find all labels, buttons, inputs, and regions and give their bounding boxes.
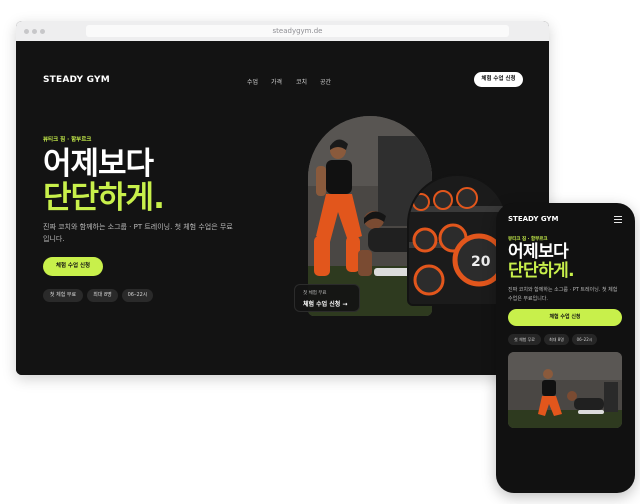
window-close-dot[interactable] xyxy=(24,29,29,34)
mobile-logo[interactable]: STEADY GYM xyxy=(508,215,558,223)
mobile-chip-hours: 06–22시 xyxy=(572,334,597,345)
hero-photo-dumbbells: 20 xyxy=(407,174,508,306)
hamburger-menu-icon[interactable] xyxy=(614,216,622,225)
trial-floating-card[interactable]: 첫 체험 무료 체험 수업 신청 → xyxy=(294,284,360,312)
nav-link-classes[interactable]: 수업 xyxy=(247,77,258,86)
browser-toolbar: steadygym.de xyxy=(16,21,549,41)
mobile-headline-line2: 단단하게. xyxy=(508,261,575,281)
mobile-chip-max-people: 최대 8명 xyxy=(544,334,569,345)
mobile-subtext: 진짜 코치와 함께하는 소그룹 · PT 트레이닝. 첫 체험 수업은 무료입니… xyxy=(508,287,618,302)
mobile-chip-free-trial: 첫 체험 무료 xyxy=(508,334,541,345)
mobile-trial-button[interactable]: 체험 수업 신청 xyxy=(508,309,622,326)
svg-text:20: 20 xyxy=(471,254,491,270)
card-cta-link[interactable]: 체험 수업 신청 → xyxy=(303,299,347,308)
hero-trial-button[interactable]: 체험 수업 신청 xyxy=(43,257,103,276)
chip-hours: 06–22시 xyxy=(122,289,153,302)
address-bar[interactable]: steadygym.de xyxy=(86,25,509,37)
chip-max-people: 최대 8명 xyxy=(87,289,118,302)
desktop-browser-window: steadygym.de STEADY GYM 수업 가격 코치 공간 체험 수… xyxy=(16,21,549,375)
window-minimize-dot[interactable] xyxy=(32,29,37,34)
nav-link-coaches[interactable]: 코치 xyxy=(296,77,307,86)
site-logo[interactable]: STEADY GYM xyxy=(43,75,110,85)
mobile-headline-line1: 어제보다 xyxy=(508,242,569,262)
showcase-stage: steadygym.de STEADY GYM 수업 가격 코치 공간 체험 수… xyxy=(0,0,640,504)
header-trial-button[interactable]: 체험 수업 신청 xyxy=(474,72,523,87)
card-label: 첫 체험 무료 xyxy=(303,291,327,296)
hero-eyebrow: 뷰티크 짐 · 함부르크 xyxy=(43,137,92,143)
nav-link-space[interactable]: 공간 xyxy=(320,77,331,86)
hero-headline-line1: 어제보다 xyxy=(43,146,154,182)
hero-headline-line2: 단단하게. xyxy=(43,180,165,216)
chip-free-trial: 첫 체험 무료 xyxy=(43,289,83,302)
desktop-page: STEADY GYM 수업 가격 코치 공간 체험 수업 신청 뷰티크 짐 · … xyxy=(16,41,549,375)
hero-subtext: 진짜 코치와 함께하는 소그룹 · PT 트레이닝. 첫 체험 수업은 무료입니… xyxy=(43,223,233,243)
mobile-training-photo-illustration xyxy=(508,352,622,428)
mobile-hero-photo xyxy=(508,352,622,428)
mobile-device: STEADY GYM 뷰티크 짐 · 함부르크 어제보다 단단하게. 진짜 코치… xyxy=(496,203,635,493)
nav-link-pricing[interactable]: 가격 xyxy=(271,77,282,86)
dumbbell-photo-illustration: 20 xyxy=(409,176,506,304)
window-maximize-dot[interactable] xyxy=(40,29,45,34)
